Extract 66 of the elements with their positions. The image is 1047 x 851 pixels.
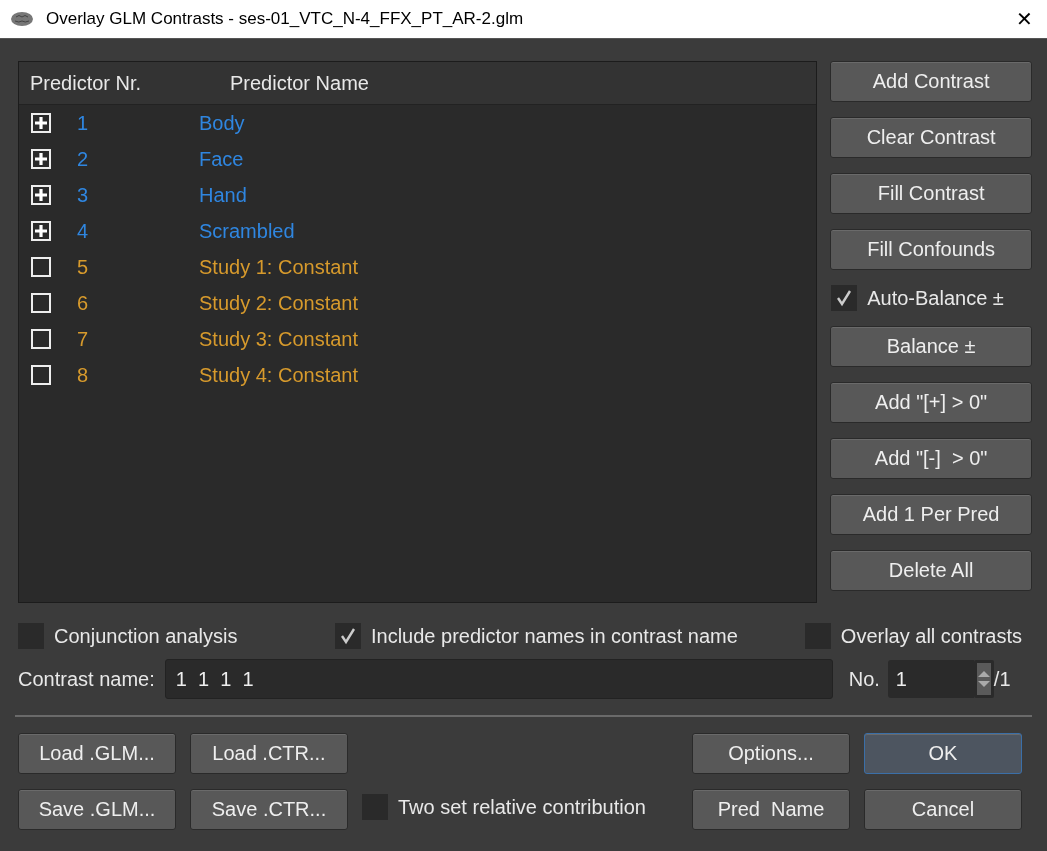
plus-box[interactable] (31, 221, 51, 241)
field-label: No. (848, 667, 880, 691)
side-button[interactable]: Add Contrast (830, 61, 1032, 102)
side-button[interactable]: Add 1 Per Pred (830, 494, 1032, 535)
side-button[interactable]: Add "[-] > 0" (830, 438, 1032, 479)
predictor-number: 5 (76, 255, 90, 279)
side-button[interactable]: Fill Confounds (830, 229, 1032, 270)
plus-icon (34, 188, 48, 202)
column-header: Predictor Name (230, 71, 369, 95)
empty-box[interactable] (31, 365, 51, 385)
number-field[interactable]: 1 (887, 660, 974, 698)
up-arrow-icon[interactable] (976, 670, 991, 678)
field-label: Contrast name: (18, 667, 155, 691)
dialog-button[interactable]: Cancel (864, 789, 1022, 830)
column-header: Predictor Nr. (29, 71, 143, 95)
file-button[interactable]: Save .CTR... (190, 789, 348, 830)
predictor-name: Study 4: Constant (199, 363, 358, 387)
checkbox[interactable] (335, 623, 361, 649)
checkbox-label: Auto-Balance ± (867, 286, 1004, 310)
predictor-name: Study 1: Constant (199, 255, 358, 279)
plus-icon (34, 116, 48, 130)
checkbox[interactable] (831, 285, 858, 311)
close-button[interactable]: ✕ (1001, 0, 1047, 38)
plus-box[interactable] (31, 149, 51, 169)
predictor-number: 4 (76, 219, 90, 243)
predictor-name: Scrambled (199, 219, 295, 243)
predictor-name: Face (199, 147, 244, 171)
dialog-button[interactable]: Options... (692, 733, 850, 774)
brain-icon (10, 11, 34, 27)
window-title: Overlay GLM Contrasts - ses-01_VTC_N-4_FFX_PT_AR-2.glm (46, 9, 525, 29)
predictor-number: 1 (76, 111, 90, 135)
dialog-button[interactable]: OK (864, 733, 1022, 774)
empty-box[interactable] (31, 293, 51, 313)
side-button[interactable]: Fill Contrast (830, 173, 1032, 214)
empty-box[interactable] (31, 257, 51, 277)
predictor-number: 6 (76, 291, 90, 315)
side-button[interactable]: Add "[+] > 0" (830, 382, 1032, 423)
plus-box[interactable] (31, 185, 51, 205)
checkbox-label: Conjunction analysis (54, 624, 238, 648)
empty-box[interactable] (31, 329, 51, 349)
checkmark-icon (835, 289, 854, 307)
predictor-name: Study 3: Constant (199, 327, 358, 351)
predictor-number: 2 (76, 147, 90, 171)
predictor-name: Study 2: Constant (199, 291, 358, 315)
checkbox-label: Overlay all contrasts (840, 624, 1022, 648)
side-button[interactable]: Clear Contrast (830, 117, 1032, 158)
plus-box[interactable] (31, 113, 51, 133)
dialog-button[interactable]: Pred Name (692, 789, 850, 830)
total-count: /1 (993, 667, 1011, 691)
side-button[interactable]: Balance ± (830, 326, 1032, 367)
checkmark-icon (339, 627, 357, 645)
predictor-number: 3 (76, 183, 90, 207)
file-button[interactable]: Load .GLM... (18, 733, 176, 774)
checkbox-label: Include predictor names in contrast name (371, 624, 738, 648)
predictor-name: Hand (199, 183, 247, 207)
file-button[interactable]: Load .CTR... (190, 733, 348, 774)
plus-icon (34, 224, 48, 238)
side-button[interactable]: Delete All (830, 550, 1032, 591)
contrast-name-field[interactable]: 1 1 1 1 (164, 659, 833, 699)
predictor-number: 8 (76, 363, 90, 387)
predictor-name: Body (199, 111, 245, 135)
down-arrow-icon[interactable] (976, 680, 991, 688)
predictor-number: 7 (76, 327, 90, 351)
file-button[interactable]: Save .GLM... (18, 789, 176, 830)
checkbox-label: Two set relative contribution (398, 795, 646, 819)
plus-icon (34, 152, 48, 166)
